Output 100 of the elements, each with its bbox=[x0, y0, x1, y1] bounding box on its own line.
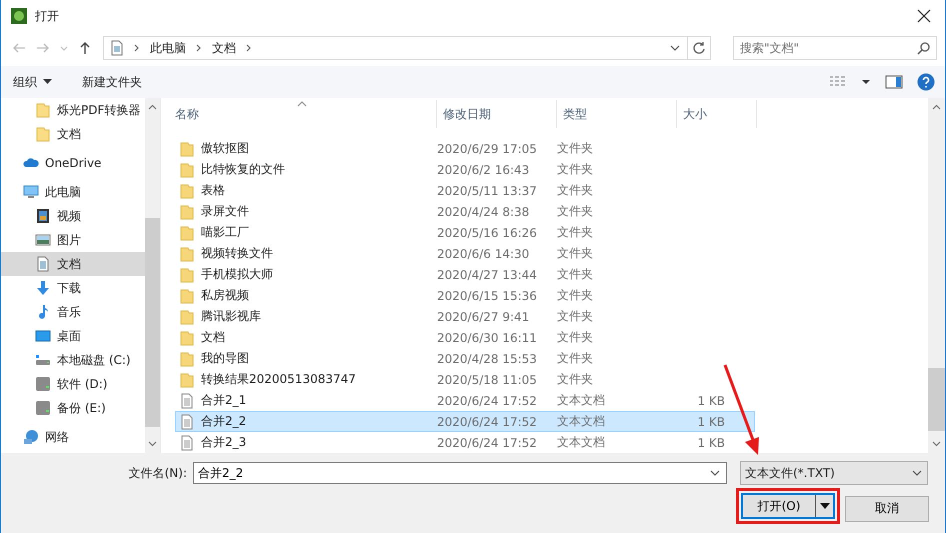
file-row[interactable]: 手机模拟大师 2020/4/27 13:44 文件夹 bbox=[175, 264, 755, 285]
modified-date: 2020/6/6 14:30 bbox=[437, 246, 530, 260]
file-name: 喵影工厂 bbox=[201, 224, 249, 241]
folder-icon bbox=[179, 308, 195, 324]
scroll-down-icon[interactable] bbox=[148, 441, 157, 447]
nav-item[interactable]: 软件 (D:) bbox=[1, 372, 145, 396]
nav-label: 网络 bbox=[45, 428, 69, 446]
drive-icon bbox=[35, 376, 51, 392]
scroll-up-icon[interactable] bbox=[932, 104, 941, 110]
file-row[interactable]: 比特恢复的文件 2020/6/2 16:43 文件夹 bbox=[175, 159, 755, 180]
cancel-button[interactable]: 取消 bbox=[845, 496, 929, 522]
drive-icon bbox=[35, 400, 51, 416]
scroll-up-icon[interactable] bbox=[148, 104, 157, 110]
file-type-dropdown[interactable]: 文本文件(*.TXT) bbox=[740, 461, 928, 485]
search-field[interactable]: 搜索"文档" bbox=[733, 36, 937, 60]
file-row[interactable]: 合并2_2 2020/6/24 17:52 文本文档 1 KB bbox=[175, 411, 755, 432]
column-header[interactable]: 类型 bbox=[557, 100, 677, 128]
nav-item[interactable]: 文档 bbox=[1, 122, 145, 146]
file-name: 腾讯影视库 bbox=[201, 308, 261, 325]
file-row[interactable]: 文档 2020/6/30 16:11 文件夹 bbox=[175, 327, 755, 348]
nav-label: 此电脑 bbox=[45, 184, 81, 200]
scrollbar[interactable] bbox=[928, 98, 945, 453]
file-size: 1 KB bbox=[697, 414, 725, 428]
file-name: 视频转换文件 bbox=[201, 245, 273, 262]
modified-date: 2020/6/29 17:05 bbox=[437, 142, 537, 156]
text-file-icon bbox=[179, 434, 195, 450]
organize-button[interactable]: 组织 bbox=[9, 72, 56, 92]
file-row[interactable]: 私房视频 2020/6/15 15:36 文件夹 bbox=[175, 285, 755, 306]
file-type: 文件夹 bbox=[557, 182, 593, 199]
file-row[interactable]: 腾讯影视库 2020/6/27 9:41 文件夹 bbox=[175, 306, 755, 327]
column-header[interactable]: 修改日期 bbox=[437, 100, 557, 128]
new-folder-button[interactable]: 新建文件夹 bbox=[78, 72, 146, 92]
open-menu-button[interactable] bbox=[815, 495, 833, 517]
video-icon bbox=[35, 208, 51, 224]
file-type: 文本文档 bbox=[557, 434, 605, 451]
nav-item[interactable]: 文档 bbox=[1, 252, 145, 276]
sort-icon bbox=[297, 101, 307, 107]
file-name: 合并2_3 bbox=[201, 434, 246, 451]
nav-item[interactable]: 视频 bbox=[1, 204, 145, 228]
scroll-thumb[interactable] bbox=[928, 368, 945, 431]
file-row[interactable]: 视频转换文件 2020/6/6 14:30 文件夹 bbox=[175, 243, 755, 264]
folder-icon bbox=[35, 102, 51, 118]
folder-icon bbox=[179, 246, 195, 262]
nav-item[interactable]: 此电脑 bbox=[1, 180, 145, 204]
file-row[interactable]: 我的导图 2020/4/28 15:53 文件夹 bbox=[175, 348, 755, 369]
breadcrumb[interactable]: 文档 bbox=[212, 40, 236, 56]
scrollbar[interactable] bbox=[145, 98, 161, 453]
address-bar[interactable]: 此电脑 文档 bbox=[103, 36, 688, 60]
modified-date: 2020/6/24 17:52 bbox=[437, 436, 537, 450]
refresh-button[interactable] bbox=[688, 36, 711, 60]
file-type: 文件夹 bbox=[557, 350, 593, 367]
file-row[interactable]: 表格 2020/5/11 13:37 文件夹 bbox=[175, 180, 755, 201]
text-file-icon bbox=[179, 392, 195, 408]
help-icon[interactable] bbox=[917, 73, 935, 91]
file-type: 文件夹 bbox=[557, 203, 593, 220]
nav-item[interactable]: 网络 bbox=[1, 425, 145, 449]
folder-icon bbox=[179, 350, 195, 366]
nav-label: 备份 (E:) bbox=[57, 400, 106, 416]
modified-date: 2020/6/2 16:43 bbox=[437, 162, 530, 176]
nav-item[interactable]: 音乐 bbox=[1, 300, 145, 324]
caret-icon bbox=[43, 79, 52, 85]
close-icon[interactable] bbox=[917, 9, 931, 23]
caret-icon bbox=[820, 502, 830, 510]
column-header[interactable]: 大小 bbox=[677, 100, 757, 128]
file-row[interactable]: 录屏文件 2020/4/24 8:38 文件夹 bbox=[175, 201, 755, 222]
nav-item[interactable]: 下载 bbox=[1, 276, 145, 300]
breadcrumb[interactable]: 此电脑 bbox=[150, 40, 186, 56]
nav-item[interactable]: 备份 (E:) bbox=[1, 396, 145, 420]
nav-item[interactable]: 桌面 bbox=[1, 324, 145, 348]
folder-icon bbox=[179, 288, 195, 304]
file-name: 比特恢复的文件 bbox=[201, 161, 285, 178]
nav-item[interactable]: 烁光PDF转换器 bbox=[1, 98, 145, 122]
modified-date: 2020/5/16 16:26 bbox=[437, 226, 537, 240]
nav-label: 烁光PDF转换器 bbox=[57, 102, 140, 118]
scroll-thumb[interactable] bbox=[145, 218, 160, 427]
nav-item[interactable]: 图片 bbox=[1, 228, 145, 252]
dropdown-icon[interactable] bbox=[669, 43, 681, 53]
folder-icon bbox=[179, 204, 195, 220]
column-header[interactable]: 名称 bbox=[165, 100, 437, 128]
file-name: 合并2_2 bbox=[201, 413, 246, 430]
nav-item[interactable]: 本地磁盘 (C:) bbox=[1, 348, 145, 372]
scroll-down-icon[interactable] bbox=[932, 441, 941, 447]
nav-item[interactable]: OneDrive bbox=[1, 151, 145, 175]
nav-label: 文档 bbox=[57, 126, 81, 142]
pc-icon bbox=[23, 184, 39, 200]
caret-icon[interactable] bbox=[861, 78, 871, 86]
modified-date: 2020/4/28 15:53 bbox=[437, 352, 537, 366]
file-row[interactable]: 喵影工厂 2020/5/16 16:26 文件夹 bbox=[175, 222, 755, 243]
nav-label: 桌面 bbox=[57, 328, 81, 344]
file-type: 文件夹 bbox=[557, 245, 593, 262]
file-name: 私房视频 bbox=[201, 287, 249, 304]
folder-icon bbox=[179, 182, 195, 198]
file-row[interactable]: 合并2_3 2020/6/24 17:52 文本文档 1 KB bbox=[175, 432, 755, 453]
file-row[interactable]: 转换结果20200513083747 2020/5/18 11:05 文件夹 bbox=[175, 369, 755, 390]
file-row[interactable]: 合并2_1 2020/6/24 17:52 文本文档 1 KB bbox=[175, 390, 755, 411]
filename-field[interactable]: 合并2_2 bbox=[193, 462, 727, 484]
preview-pane-icon[interactable] bbox=[885, 75, 903, 89]
file-type: 文件夹 bbox=[557, 224, 593, 241]
file-type: 文本文档 bbox=[557, 413, 605, 430]
file-row[interactable]: 傲软抠图 2020/6/29 17:05 文件夹 bbox=[175, 138, 755, 159]
